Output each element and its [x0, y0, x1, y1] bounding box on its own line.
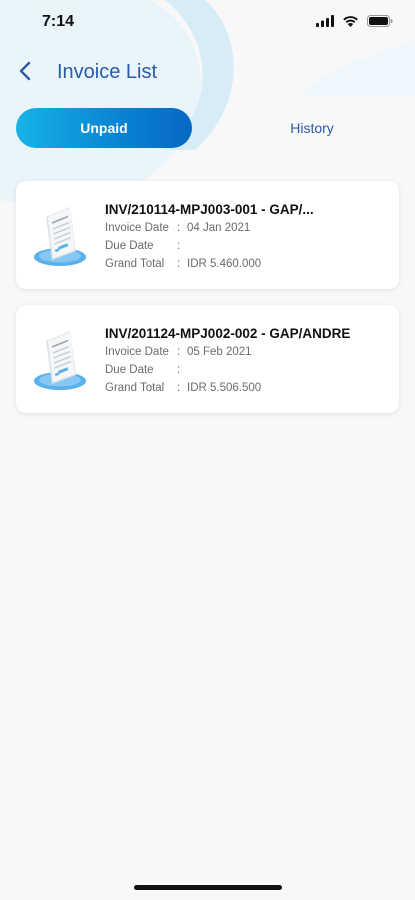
due-date-row: Due Date: [105, 240, 187, 252]
grand-total-label: Grand Total [105, 382, 165, 394]
invoice-date-value: 05 Feb 2021 [187, 346, 252, 358]
battery-icon [367, 14, 393, 32]
due-date-label: Due Date [105, 364, 154, 376]
tab-unpaid[interactable]: Unpaid [16, 108, 192, 148]
separator-colon: : [177, 258, 181, 270]
home-indicator[interactable] [134, 885, 282, 890]
wifi-icon [342, 14, 359, 32]
tab-bar: Unpaid History [16, 108, 400, 148]
invoice-date-label: Invoice Date [105, 346, 169, 358]
invoice-date-row: Invoice Date:04 Jan 2021 [105, 222, 250, 234]
separator-colon: : [177, 382, 181, 394]
separator-colon: : [177, 222, 181, 234]
separator-colon: : [177, 364, 181, 376]
chevron-left-icon [18, 61, 32, 86]
grand-total-label: Grand Total [105, 258, 165, 270]
invoice-card[interactable]: INV/210114-MPJ003-001 - GAP/... Invoice … [16, 181, 399, 289]
invoice-number: INV/210114-MPJ003-001 - GAP/... [105, 202, 314, 217]
grand-total-value: IDR 5.460.000 [187, 258, 262, 270]
due-date-row: Due Date: [105, 364, 187, 376]
status-bar: 7:14 [0, 0, 415, 44]
invoice-card[interactable]: INV/201124-MPJ002-002 - GAP/ANDRE Invoic… [16, 305, 399, 413]
status-time: 7:14 [42, 13, 75, 30]
header: Invoice List [0, 50, 415, 96]
invoice-date-row: Invoice Date:05 Feb 2021 [105, 346, 252, 358]
invoice-date-label: Invoice Date [105, 222, 169, 234]
due-date-label: Due Date [105, 240, 154, 252]
grand-total-row: Grand Total: IDR 5.506.500 [105, 382, 261, 394]
page-title: Invoice List [57, 61, 158, 83]
grand-total-row: Grand Total: IDR 5.460.000 [105, 258, 261, 270]
separator-colon: : [177, 346, 181, 358]
invoice-date-value: 04 Jan 2021 [187, 222, 251, 234]
grand-total-value: IDR 5.506.500 [187, 382, 262, 394]
tab-history[interactable]: History [224, 108, 400, 148]
status-icons [316, 14, 393, 32]
invoice-document-icon [32, 203, 92, 269]
back-button[interactable] [12, 60, 38, 86]
invoice-number: INV/201124-MPJ002-002 - GAP/ANDRE [105, 326, 351, 341]
signal-icon [316, 14, 334, 32]
invoice-document-icon [32, 327, 92, 393]
separator-colon: : [177, 240, 181, 252]
